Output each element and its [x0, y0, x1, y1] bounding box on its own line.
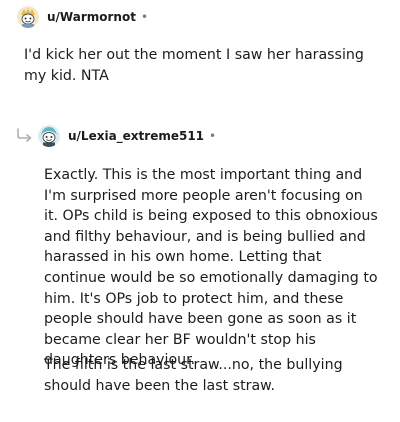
comment-1-header: u/Warmornot • — [0, 4, 400, 30]
comment-2-separator: • — [209, 129, 217, 143]
comment-1-separator: • — [140, 10, 149, 24]
snoo-avatar-icon[interactable] — [38, 125, 60, 147]
comment-1: u/Warmornot • I'd kick her out the momen… — [0, 4, 400, 84]
comment-2-username[interactable]: u/Lexia_extreme511 — [68, 129, 204, 143]
comment-2-body-paragraph-2: The filth is the last straw...no, the bu… — [44, 357, 343, 394]
comment-2-header: u/Lexia_extreme511 • — [0, 123, 400, 149]
comment-1-username[interactable]: u/Warmornot — [47, 10, 136, 24]
comment-1-body: I'd kick her out the moment I saw her ha… — [24, 47, 364, 84]
comment-2-body-paragraph-1: Exactly. This is the most important thin… — [44, 167, 378, 369]
snoo-avatar-icon[interactable] — [17, 6, 39, 28]
comment-2: u/Lexia_extreme511 • Exactly. This is th… — [0, 123, 400, 394]
reply-arrow-icon — [17, 128, 32, 142]
